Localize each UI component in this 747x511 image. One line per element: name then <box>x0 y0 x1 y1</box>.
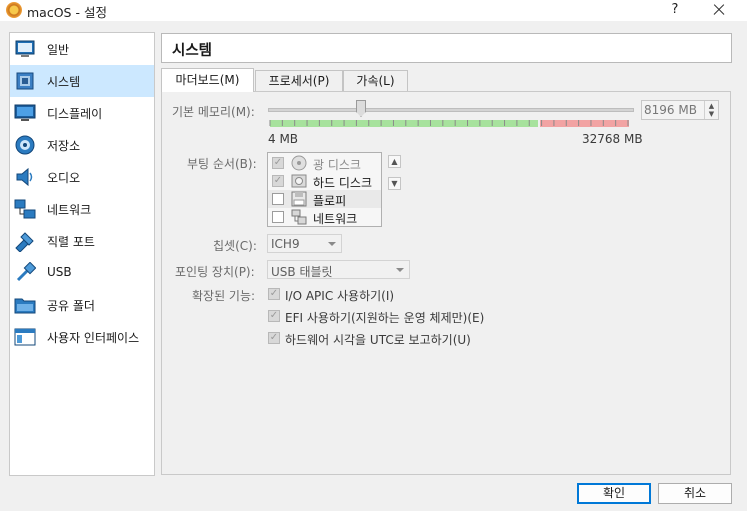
memory-spinbox[interactable]: 8196 MB ▲ ▼ <box>641 100 719 120</box>
optical-disc-icon <box>291 155 307 171</box>
boot-device-floppy[interactable]: 플로피 <box>268 190 381 208</box>
boot-order-label: 부팅 순서(B): <box>187 157 257 171</box>
display-icon <box>14 104 36 121</box>
utc-clock-checkbox[interactable]: ✓ <box>268 332 280 344</box>
boot-device-checkbox[interactable]: ✓ <box>272 175 284 187</box>
close-button[interactable] <box>706 0 732 20</box>
tab-processor[interactable]: 프로세서(P) <box>255 70 343 91</box>
shared-folder-icon <box>14 298 36 314</box>
chipset-label: 칩셋(C): <box>213 239 257 253</box>
move-down-icon[interactable]: ▼ <box>388 177 401 190</box>
sidebar-item-system[interactable]: 시스템 <box>10 65 154 97</box>
move-up-icon[interactable]: ▲ <box>388 155 401 168</box>
boot-device-label: 하드 디스크 <box>313 176 373 190</box>
sidebar-item-storage[interactable]: 저장소 <box>10 129 154 161</box>
boot-device-checkbox[interactable]: ✓ <box>272 157 284 169</box>
network-icon <box>14 199 36 219</box>
chipset-value: ICH9 <box>271 237 300 251</box>
boot-device-network[interactable]: 네트워크 <box>268 208 381 226</box>
cancel-button[interactable]: 취소 <box>658 483 732 504</box>
storage-icon <box>15 135 35 155</box>
help-button[interactable]: ? <box>664 0 686 20</box>
sidebar-item-usb[interactable]: USB <box>10 257 154 289</box>
serial-port-icon <box>15 232 34 252</box>
audio-icon <box>16 167 33 187</box>
chipset-select[interactable]: ICH9 <box>267 234 342 253</box>
ok-button[interactable]: 확인 <box>577 483 651 504</box>
sidebar-item-audio[interactable]: 오디오 <box>10 161 154 193</box>
sidebar-item-shared-folder[interactable]: 공유 폴더 <box>10 289 154 321</box>
usb-icon <box>16 262 36 282</box>
sidebar-item-label: 시스템 <box>47 75 81 89</box>
general-icon <box>15 40 35 57</box>
sidebar-item-label: 네트워크 <box>47 203 92 217</box>
page-title-box: 시스템 <box>161 33 732 63</box>
boot-order-list[interactable]: ✓ 광 디스크 ✓ 하드 디스크 플로피 네트워크 <box>267 152 382 227</box>
memory-label: 기본 메모리(M): <box>172 105 255 119</box>
io-apic-checkbox[interactable]: ✓ <box>268 288 280 300</box>
tab-acceleration[interactable]: 가속(L) <box>343 70 408 91</box>
chevron-down-icon <box>328 242 336 246</box>
chevron-down-icon <box>396 268 404 272</box>
memory-slider-track[interactable] <box>268 108 634 112</box>
sidebar-item-general[interactable]: 일반 <box>10 33 154 65</box>
efi-checkbox[interactable]: ✓ <box>268 310 280 322</box>
extended-features-label: 확장된 기능: <box>192 289 256 303</box>
memory-min-label: 4 MB <box>268 132 299 146</box>
memory-slider-ticks <box>269 120 629 126</box>
sidebar-item-label: 저장소 <box>47 139 81 153</box>
sidebar-item-label: 사용자 인터페이스 <box>47 331 140 345</box>
boot-device-checkbox[interactable] <box>272 211 284 223</box>
sidebar-item-label: USB <box>47 265 72 279</box>
settings-sidebar: 일반 시스템 디스플레이 저장소 오디오 네트워크 직렬 포트 USB 공유 폴… <box>9 32 155 476</box>
boot-device-label: 네트워크 <box>313 212 358 226</box>
boot-device-checkbox[interactable] <box>272 193 284 205</box>
tab-motherboard[interactable]: 마더보드(M) <box>161 68 254 92</box>
motherboard-panel <box>161 91 731 475</box>
title-bar: macOS - 설정 ? <box>0 0 747 21</box>
user-interface-icon <box>14 328 36 346</box>
pointing-device-label: 포인팅 장치(P): <box>175 265 255 279</box>
boot-device-label: 플로피 <box>313 194 347 208</box>
sidebar-item-display[interactable]: 디스플레이 <box>10 97 154 129</box>
memory-max-label: 32768 MB <box>582 132 643 146</box>
sidebar-item-serial-port[interactable]: 직렬 포트 <box>10 225 154 257</box>
boot-device-optical[interactable]: ✓ 광 디스크 <box>268 154 381 172</box>
sidebar-item-user-interface[interactable]: 사용자 인터페이스 <box>10 321 154 353</box>
boot-device-label: 광 디스크 <box>313 158 361 172</box>
hard-disk-icon <box>291 174 307 188</box>
sidebar-item-label: 오디오 <box>47 171 81 185</box>
network-icon <box>291 209 307 225</box>
pointing-device-select[interactable]: USB 태블릿 <box>267 260 410 279</box>
floppy-icon <box>291 191 307 207</box>
spin-arrows-icon[interactable]: ▲ ▼ <box>704 101 718 119</box>
sidebar-item-label: 디스플레이 <box>47 107 103 121</box>
boot-device-hard-disk[interactable]: ✓ 하드 디스크 <box>268 172 381 190</box>
sidebar-item-label: 공유 폴더 <box>47 299 95 313</box>
utc-clock-label: 하드웨어 시각을 UTC로 보고하기(U) <box>285 333 471 347</box>
system-icon <box>16 72 34 90</box>
page-title: 시스템 <box>172 43 213 59</box>
sidebar-item-label: 직렬 포트 <box>47 235 95 249</box>
virtualbox-app-icon <box>6 2 22 18</box>
sidebar-item-network[interactable]: 네트워크 <box>10 193 154 225</box>
efi-label: EFI 사용하기(지원하는 운영 체제만)(E) <box>285 311 485 325</box>
memory-value: 8196 MB <box>644 103 697 117</box>
window-title: macOS - 설정 <box>27 5 107 20</box>
sidebar-item-label: 일반 <box>47 43 70 57</box>
pointing-device-value: USB 태블릿 <box>271 265 333 279</box>
io-apic-label: I/O APIC 사용하기(I) <box>285 289 395 303</box>
